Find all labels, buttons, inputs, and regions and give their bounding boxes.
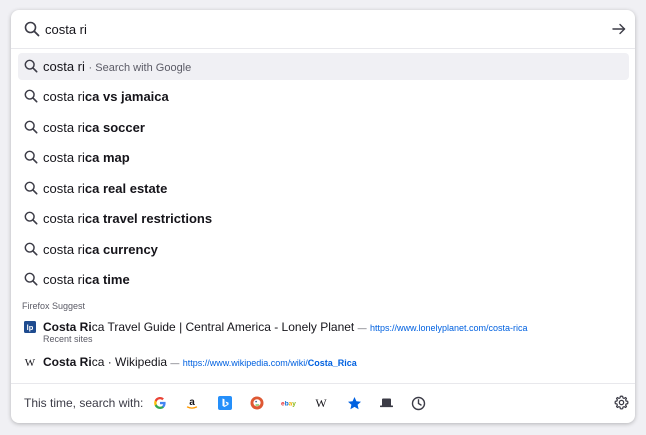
suggest-title: ca Travel Guide | Central America - Lone… [92,320,355,334]
suggestion-row[interactable]: costa rica travel restrictions [18,205,629,232]
search-icon [24,211,38,225]
lonely-planet-icon: lp [24,321,36,333]
bing-icon[interactable] [215,393,235,413]
suggestion-completion: ca travel restrictions [85,211,212,226]
suggest-separator: — [358,323,367,333]
suggest-title-match: Costa Ri [43,320,92,334]
suggestion-row[interactable]: costa rica time [18,266,629,293]
url-input[interactable] [45,19,585,39]
svg-text:lp: lp [27,323,34,332]
search-icon [24,150,38,164]
suggestion-typed: costa ri [43,150,85,165]
suggest-separator: — [170,358,179,368]
suggestion-typed: costa ri [43,120,85,135]
search-icon [24,21,40,37]
firefox-suggest-item[interactable]: W Costa Rica · Wikipedia — https://www.w… [18,352,629,372]
wikipedia-icon[interactable]: W [311,393,331,413]
suggestion-row[interactable]: costa rica soccer [18,114,629,141]
suggestion-row[interactable]: costa rica currency [18,236,629,263]
suggest-url: https://www.lonelyplanet.com/costa-rica [370,323,528,333]
ebay-icon[interactable]: e b a y [279,393,299,413]
suggestion-action: · Search with Google [89,62,192,74]
search-icon [24,89,38,103]
bookmarks-icon[interactable] [344,393,364,413]
suggestion-typed: costa ri [43,272,85,287]
suggest-title: ca · Wikipedia [92,355,167,369]
arrow-right-icon[interactable] [612,22,626,36]
search-with-label: This time, search with: [24,396,143,410]
search-icon [24,181,38,195]
suggestion-typed: costa ri [43,211,85,226]
tabs-icon[interactable] [376,393,396,413]
address-bar [11,10,635,49]
suggestion-completion: ca currency [85,242,158,257]
svg-text:a: a [189,397,195,408]
suggestion-row[interactable]: costa rica map [18,144,629,171]
svg-text:W: W [25,357,36,368]
suggestion-completion: ca vs jamaica [85,89,169,104]
search-icon [24,120,38,134]
search-icon [24,242,38,256]
one-off-search-bar: This time, search with: a [11,383,635,423]
svg-text:W: W [315,396,327,410]
suggestion-typed: costa ri [43,181,85,196]
suggestion-typed: costa ri [43,242,85,257]
suggestion-row[interactable]: costa ri · Search with Google [18,53,629,80]
suggestion-completion: ca map [85,150,130,165]
suggestion-typed: costa ri [43,89,85,104]
suggestion-completion: ca soccer [85,120,145,135]
group-label-firefox-suggest: Firefox Suggest [22,301,85,311]
suggest-url: https://www.wikipedia.com/wiki/Costa_Ric… [183,358,357,368]
amazon-icon[interactable]: a [182,393,202,413]
suggestion-completion: ca time [85,272,130,287]
suggest-title-match: Costa Ri [43,355,92,369]
search-icon [24,272,38,286]
history-icon[interactable] [408,393,428,413]
suggestion-row[interactable]: costa rica real estate [18,175,629,202]
wikipedia-icon: W [24,356,36,368]
suggestion-typed: costa ri [43,59,85,74]
duckduckgo-icon[interactable] [247,393,267,413]
svg-text:y: y [292,401,296,408]
urlbar-popup: costa ri · Search with Google costa rica… [11,10,635,423]
google-icon[interactable] [150,393,170,413]
gear-icon[interactable] [614,395,629,410]
suggest-subtitle: Recent sites [43,334,93,344]
search-icon [24,59,38,73]
suggestion-row[interactable]: costa rica vs jamaica [18,83,629,110]
suggestion-completion: ca real estate [85,181,167,196]
firefox-suggest-item[interactable]: lp Costa Rica Travel Guide | Central Ame… [18,316,629,346]
